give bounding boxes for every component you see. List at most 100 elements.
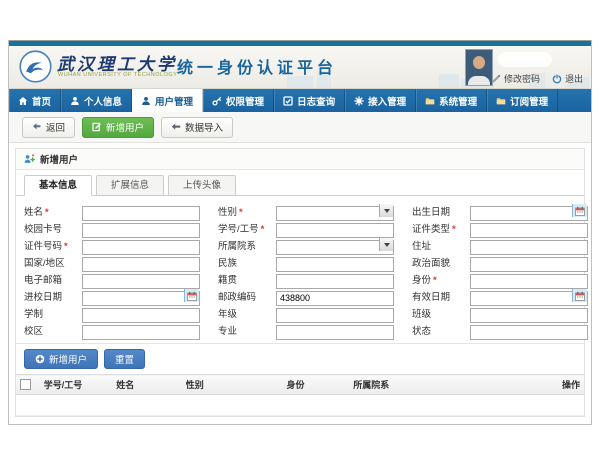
- field-country: 国家/地区*: [24, 254, 208, 269]
- import-arrow-icon: [171, 122, 181, 132]
- education-length-input[interactable]: [82, 308, 200, 323]
- field-status: 状态*: [412, 322, 588, 337]
- required-asterisk: *: [261, 224, 265, 235]
- nav-item-log-query[interactable]: 日志查询: [274, 89, 345, 112]
- tab-extended-info[interactable]: 扩展信息: [96, 175, 164, 196]
- field-campus-card: 校园卡号*: [24, 220, 208, 235]
- student-id-input[interactable]: [276, 223, 394, 238]
- empty-table-row: [16, 395, 584, 416]
- field-id-number: 证件号码*: [24, 237, 208, 252]
- tab-upload-avatar[interactable]: 上传头像: [168, 175, 236, 196]
- tab-basic-info[interactable]: 基本信息: [24, 175, 92, 196]
- address-input[interactable]: [470, 240, 588, 255]
- field-label: 出生日期: [412, 207, 450, 218]
- nav-item-permission-management[interactable]: 权限管理: [203, 89, 274, 112]
- header: 武汉理工大学 WUHAN UNIVERSITY OF TECHNOLOGY 统一…: [9, 46, 591, 89]
- grade-input[interactable]: [276, 308, 394, 323]
- main-content: 新增用户 基本信息 扩展信息 上传头像 姓名* 性别* 出生日期* 校园卡号* …: [9, 143, 591, 424]
- university-logo-icon: [19, 50, 52, 83]
- header-actions: 修改密码 退出: [491, 72, 583, 85]
- key-icon: [212, 96, 222, 106]
- major-input[interactable]: [276, 325, 394, 340]
- field-label: 证件号码: [24, 241, 62, 252]
- reset-button[interactable]: 重置: [104, 349, 145, 369]
- field-email: 电子邮箱*: [24, 271, 208, 286]
- dropdown-arrow-icon[interactable]: [379, 204, 393, 217]
- field-label: 身份: [412, 275, 431, 286]
- nav-item-personal-info[interactable]: 个人信息: [61, 89, 132, 112]
- political-status-input[interactable]: [470, 257, 588, 272]
- folder-icon: [425, 96, 435, 106]
- gender-select[interactable]: [276, 206, 394, 221]
- column-header-department: 所属院系: [349, 375, 558, 395]
- select-all-checkbox[interactable]: [20, 379, 31, 390]
- calendar-icon[interactable]: [572, 289, 587, 302]
- logout-label: 退出: [565, 72, 583, 85]
- field-label: 邮政编码: [218, 292, 256, 303]
- calendar-icon[interactable]: [572, 204, 587, 217]
- field-label: 状态: [412, 326, 431, 337]
- ethnicity-input[interactable]: [276, 257, 394, 272]
- column-header-student-id: 学号/工号: [40, 375, 113, 395]
- nav-item-access-management[interactable]: 接入管理: [345, 89, 416, 112]
- field-label: 国家/地区: [24, 258, 65, 269]
- country-input[interactable]: [82, 257, 200, 272]
- logout-button[interactable]: 退出: [552, 72, 583, 85]
- submit-add-user-button[interactable]: 新增用户: [24, 349, 98, 369]
- status-input[interactable]: [470, 325, 588, 340]
- pencil-icon: [491, 74, 501, 84]
- birth-date-input[interactable]: [470, 206, 588, 221]
- required-asterisk: *: [433, 275, 437, 286]
- enrollment-date-input[interactable]: [82, 291, 200, 306]
- field-student-id: 学号/工号*: [218, 220, 402, 235]
- plus-circle-icon: [35, 354, 45, 364]
- nav-item-user-management[interactable]: 用户管理: [132, 89, 203, 112]
- field-native-place: 籍贯*: [218, 271, 402, 286]
- gear-icon: [354, 96, 364, 106]
- field-label: 籍贯: [218, 275, 237, 286]
- field-label: 所属院系: [218, 241, 256, 252]
- field-label: 证件类型: [412, 224, 450, 235]
- add-user-toolbar-button[interactable]: 新增用户: [82, 117, 154, 138]
- identity-input[interactable]: [470, 274, 588, 289]
- nav-item-system-management[interactable]: 系统管理: [416, 89, 487, 112]
- toolbar: 返回 新增用户 数据导入: [9, 112, 591, 143]
- calendar-icon[interactable]: [184, 289, 199, 302]
- field-campus: 校区*: [24, 322, 208, 337]
- back-button[interactable]: 返回: [22, 117, 75, 138]
- field-valid-date: 有效日期*: [412, 288, 588, 303]
- home-icon: [18, 96, 28, 106]
- nav-item-subscription-management[interactable]: 订阅管理: [487, 89, 558, 112]
- campus-card-input[interactable]: [82, 223, 200, 238]
- field-label: 年级: [218, 309, 237, 320]
- field-label: 民族: [218, 258, 237, 269]
- folder-icon: [496, 96, 506, 106]
- id-number-input[interactable]: [82, 240, 200, 255]
- department-select[interactable]: [276, 240, 394, 255]
- campus-input[interactable]: [82, 325, 200, 340]
- native-place-input[interactable]: [276, 274, 394, 289]
- table-header-row: 学号/工号 姓名 性别 身份 所属院系 操作: [16, 375, 584, 395]
- required-asterisk: *: [452, 224, 456, 235]
- name-input[interactable]: [82, 206, 200, 221]
- field-label: 政治面貌: [412, 258, 450, 269]
- platform-title: 统一身份认证平台: [177, 54, 337, 78]
- field-label: 有效日期: [412, 292, 450, 303]
- id-type-input[interactable]: [470, 223, 588, 238]
- field-label: 学制: [24, 309, 43, 320]
- user-add-icon: [24, 154, 35, 164]
- nav-item-home[interactable]: 首页: [9, 89, 61, 112]
- username-area: [498, 52, 552, 67]
- class-input[interactable]: [470, 308, 588, 323]
- field-label: 班级: [412, 309, 431, 320]
- field-label: 电子邮箱: [24, 275, 62, 286]
- email-input[interactable]: [82, 274, 200, 289]
- data-import-button[interactable]: 数据导入: [161, 117, 233, 138]
- valid-date-input[interactable]: [470, 291, 588, 306]
- change-password-button[interactable]: 修改密码: [491, 72, 540, 85]
- field-label: 住址: [412, 241, 431, 252]
- dropdown-arrow-icon[interactable]: [379, 238, 393, 251]
- university-logo: [19, 50, 52, 83]
- postal-code-input[interactable]: [276, 291, 394, 306]
- university-name-en: WUHAN UNIVERSITY OF TECHNOLOGY: [58, 72, 177, 78]
